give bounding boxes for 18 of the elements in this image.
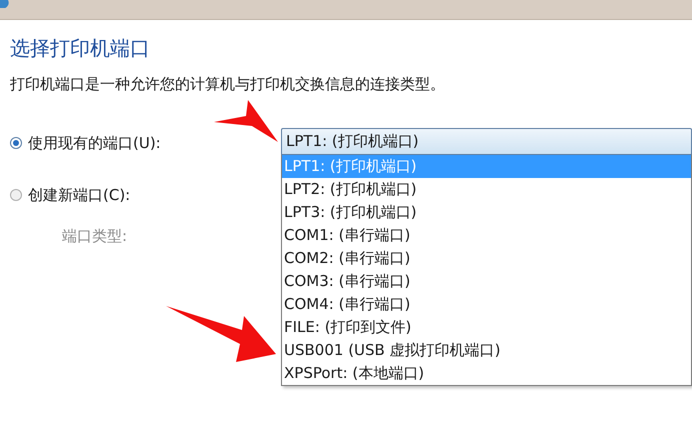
- port-dropdown[interactable]: LPT1: (打印机端口): [281, 128, 692, 155]
- dropdown-option[interactable]: COM2: (串行端口): [282, 247, 691, 270]
- radio-button[interactable]: [10, 137, 22, 149]
- dropdown-option[interactable]: USB001 (USB 虚拟打印机端口): [282, 339, 691, 362]
- dropdown-option[interactable]: COM4: (串行端口): [282, 293, 691, 316]
- dropdown-option[interactable]: LPT2: (打印机端口): [282, 178, 691, 201]
- port-type-label: 端口类型:: [62, 226, 128, 247]
- page-heading: 选择打印机端口: [10, 35, 151, 62]
- app-icon: [0, 0, 10, 8]
- dropdown-option[interactable]: LPT3: (打印机端口): [282, 201, 691, 224]
- dropdown-option[interactable]: FILE: (打印到文件): [282, 316, 691, 339]
- radio-button[interactable]: [10, 189, 22, 201]
- radio-label[interactable]: 创建新端口(C):: [28, 184, 130, 206]
- dropdown-option[interactable]: COM3: (串行端口): [282, 270, 691, 293]
- dropdown-option[interactable]: COM1: (串行端口): [282, 224, 691, 247]
- description: 打印机端口是一种允许您的计算机与打印机交换信息的连接类型。: [10, 74, 446, 94]
- dropdown-option[interactable]: XPSPort: (本地端口): [282, 362, 691, 385]
- radio-label[interactable]: 使用现有的端口(U):: [28, 132, 161, 154]
